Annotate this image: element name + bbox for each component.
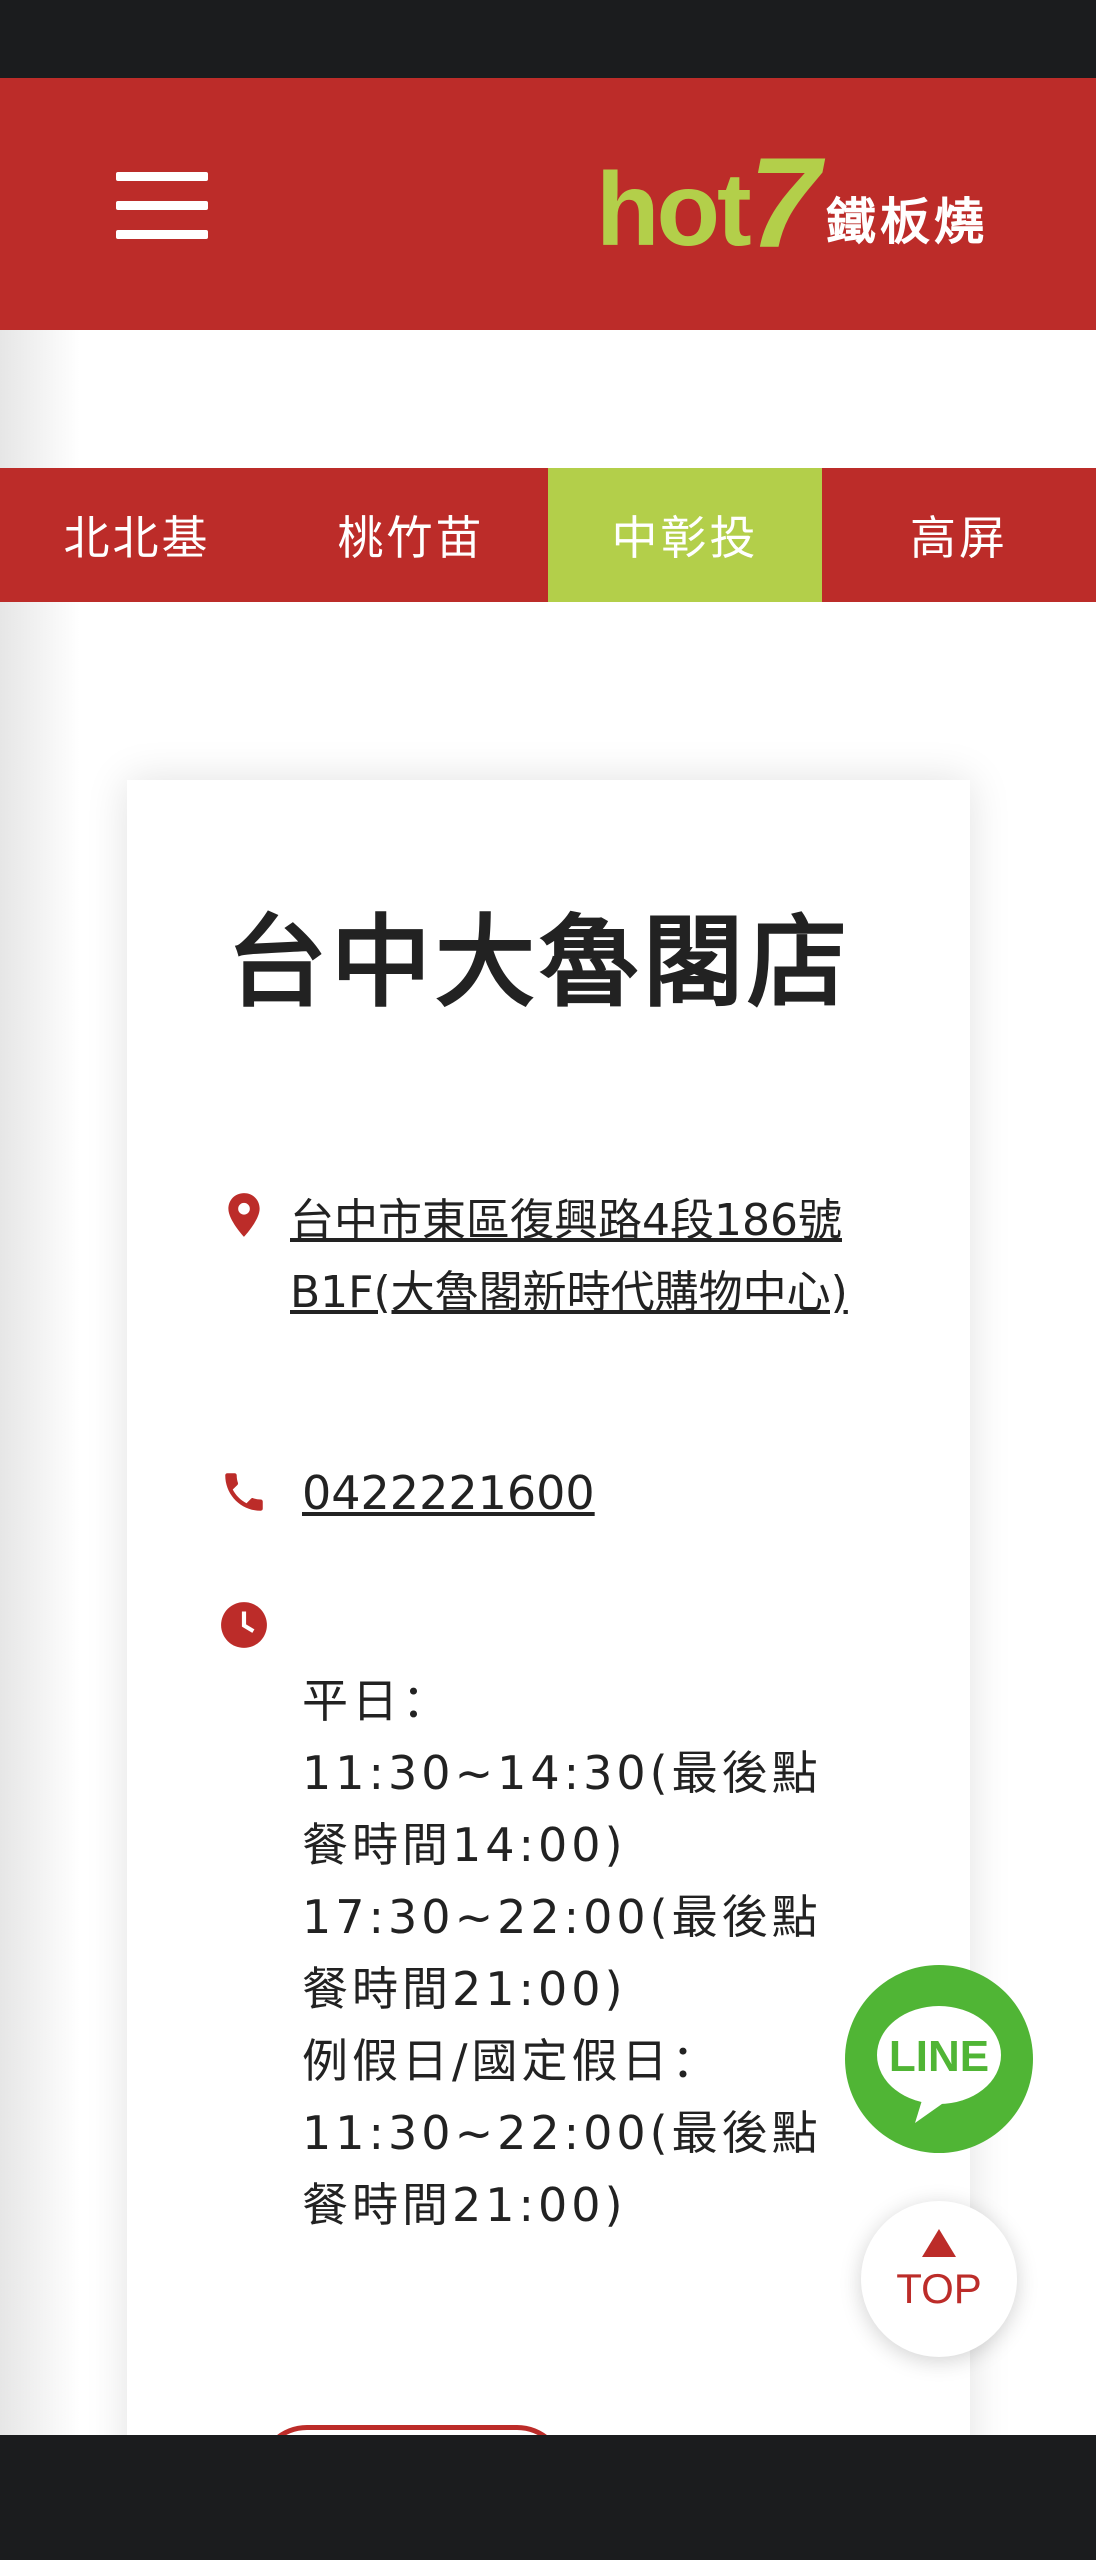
hours-line: 例假日/國定假日： (302, 2034, 722, 2088)
top-label: TOP (896, 2265, 982, 2312)
hours-line: 11:30~14:30(最後點餐時間14:00) (302, 1746, 822, 1872)
line-chat-button[interactable]: LINE (845, 1965, 1033, 2153)
hamburger-menu-button[interactable] (112, 172, 212, 242)
hours-line: 平日： (302, 1674, 452, 1728)
store-name: 台中大魯閣店 (227, 904, 851, 1021)
tab-central[interactable]: 中彰投 (548, 468, 822, 602)
logo-text-seven: 7 (749, 132, 821, 275)
logo-text-hot: hot (596, 152, 752, 268)
location-pin-icon (228, 1193, 260, 1237)
status-bar (0, 0, 1096, 78)
menu-icon-bar (116, 230, 208, 239)
line-label: LINE (889, 2032, 989, 2081)
store-hours: 平日： 11:30~14:30(最後點餐時間14:00) 17:30~22:00… (302, 1665, 862, 2241)
system-navigation-bar (0, 2435, 1096, 2560)
store-address-link[interactable]: 台中市東區復興路4段186號B1F(大魯閣新時代購物中心) (290, 1185, 890, 1329)
brand-logo[interactable]: hot 7 鐵板燒 (596, 140, 1006, 268)
logo-text-chinese: 鐵板燒 (826, 193, 988, 251)
back-to-top-button[interactable]: TOP (861, 2201, 1017, 2357)
menu-icon (116, 172, 208, 181)
tab-north[interactable]: 北北基 (0, 468, 274, 602)
menu-icon-bar (116, 201, 208, 210)
region-tabs: 北北基 桃竹苗 中彰投 高屏 (0, 468, 1096, 602)
store-phone-link[interactable]: 0422221600 (302, 1457, 595, 1529)
tab-taoyuan-hsinchu-miaoli[interactable]: 桃竹苗 (274, 468, 548, 602)
line-icon: LINE (877, 2006, 1001, 2123)
tab-kaohsiung-pingtung[interactable]: 高屏 (822, 468, 1096, 602)
arrow-up-icon (922, 2229, 956, 2257)
store-card: 台中大魯閣店 台中市東區復興路4段186號B1F(大魯閣新時代購物中心) 042… (127, 780, 970, 2560)
phone-icon (225, 1473, 263, 1511)
clock-icon (221, 1602, 267, 1648)
hours-line: 17:30~22:00(最後點餐時間21:00) (302, 1890, 822, 2016)
hours-line: 11:30~22:00(最後點餐時間21:00) (302, 2106, 822, 2232)
